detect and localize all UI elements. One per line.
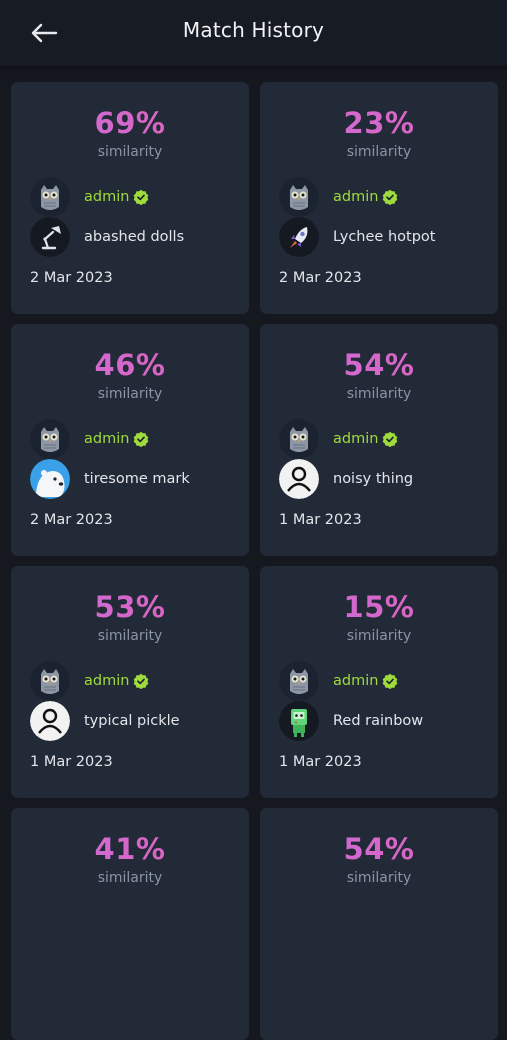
similarity-percent: 23% (260, 106, 498, 140)
admin-label: admin (84, 431, 130, 447)
admin-name: admin (84, 673, 149, 689)
admin-label: admin (333, 189, 379, 205)
opponent-row: Red rainbow (279, 701, 423, 741)
opponent-row: typical pickle (30, 701, 180, 741)
opponent-name: Red rainbow (333, 713, 424, 729)
opponent-row: Lychee hotpot (279, 217, 435, 257)
owl-avatar-icon (279, 177, 319, 217)
polar-bear-icon (30, 459, 70, 499)
admin-name: admin (84, 431, 149, 447)
verified-badge-icon (133, 431, 149, 447)
owl-avatar-icon (279, 661, 319, 701)
opponent-name: typical pickle (84, 713, 180, 729)
admin-row: admin (30, 661, 149, 701)
app-header: Match History (0, 0, 507, 66)
admin-row: admin (279, 419, 398, 459)
match-date: 1 Mar 2023 (279, 512, 362, 528)
admin-label: admin (84, 673, 130, 689)
opponent-row: noisy thing (279, 459, 413, 499)
similarity-label: similarity (346, 870, 412, 886)
admin-row: admin (279, 177, 398, 217)
match-grid: 69% similarity admin abashed dolls 2 Mar… (11, 82, 498, 1040)
admin-row: admin (30, 419, 149, 459)
match-date: 2 Mar 2023 (279, 270, 362, 286)
admin-name: admin (84, 189, 149, 205)
admin-name: admin (333, 189, 398, 205)
robot-icon (279, 701, 319, 741)
similarity-percent: 69% (11, 106, 249, 140)
admin-row: admin (279, 661, 398, 701)
similarity-label: similarity (346, 628, 412, 644)
match-card[interactable]: 41% similarity (11, 808, 249, 1040)
similarity-label: similarity (97, 144, 163, 160)
lamp-icon (30, 217, 70, 257)
default-user-icon (30, 701, 70, 741)
admin-label: admin (333, 431, 379, 447)
default-user-icon (279, 459, 319, 499)
opponent-name: Lychee hotpot (333, 229, 436, 245)
similarity-label: similarity (346, 144, 412, 160)
opponent-row: abashed dolls (30, 217, 184, 257)
match-card[interactable]: 15% similarity admin Red rainbow 1 Mar 2… (260, 566, 498, 798)
match-date: 2 Mar 2023 (30, 270, 113, 286)
match-card[interactable]: 69% similarity admin abashed dolls 2 Mar… (11, 82, 249, 314)
similarity-percent: 54% (260, 832, 498, 866)
match-date: 2 Mar 2023 (30, 512, 113, 528)
similarity-label: similarity (346, 386, 412, 402)
similarity-percent: 15% (260, 590, 498, 624)
similarity-percent: 54% (260, 348, 498, 382)
owl-avatar-icon (30, 419, 70, 459)
admin-label: admin (333, 673, 379, 689)
match-card[interactable]: 53% similarity admin typical pickle 1 Ma… (11, 566, 249, 798)
admin-name: admin (333, 431, 398, 447)
opponent-row: tiresome mark (30, 459, 190, 499)
verified-badge-icon (133, 673, 149, 689)
match-date: 1 Mar 2023 (30, 754, 113, 770)
similarity-percent: 53% (11, 590, 249, 624)
match-date: 1 Mar 2023 (279, 754, 362, 770)
admin-label: admin (84, 189, 130, 205)
verified-badge-icon (382, 673, 398, 689)
admin-row: admin (30, 177, 149, 217)
verified-badge-icon (133, 189, 149, 205)
admin-name: admin (333, 673, 398, 689)
similarity-percent: 41% (11, 832, 249, 866)
similarity-label: similarity (97, 870, 163, 886)
verified-badge-icon (382, 189, 398, 205)
opponent-name: tiresome mark (84, 471, 190, 487)
owl-avatar-icon (30, 177, 70, 217)
match-card[interactable]: 54% similarity admin noisy thing 1 Mar 2… (260, 324, 498, 556)
similarity-label: similarity (97, 386, 163, 402)
opponent-name: abashed dolls (84, 229, 185, 245)
match-card[interactable]: 46% similarity admin tiresome mark 2 Mar… (11, 324, 249, 556)
match-card[interactable]: 54% similarity (260, 808, 498, 1040)
owl-avatar-icon (279, 419, 319, 459)
similarity-label: similarity (97, 628, 163, 644)
verified-badge-icon (382, 431, 398, 447)
page-title: Match History (182, 18, 325, 42)
opponent-name: noisy thing (333, 471, 414, 487)
rocket-icon (279, 217, 319, 257)
match-card[interactable]: 23% similarity admin Lychee hotpot 2 Mar… (260, 82, 498, 314)
similarity-percent: 46% (11, 348, 249, 382)
owl-avatar-icon (30, 661, 70, 701)
